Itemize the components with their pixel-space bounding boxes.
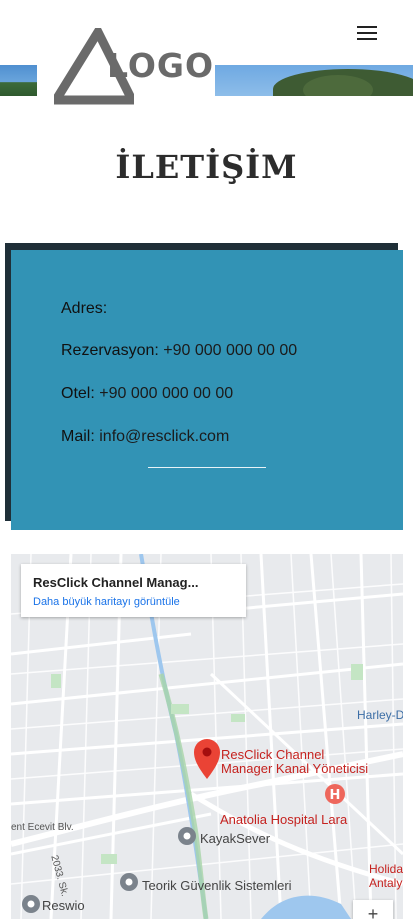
map-label-holiday-line1: Holiday: [369, 862, 403, 876]
reservation-line: Rezervasyon: +90 000 000 00 00: [61, 342, 297, 360]
hotel-line: Otel: +90 000 000 00 00: [61, 385, 233, 403]
hotel-phone[interactable]: +90 000 000 00 00: [99, 385, 233, 402]
address-line: Adres:: [61, 300, 107, 318]
mail-line: Mail: info@resclick.com: [61, 428, 229, 446]
mail-label: Mail:: [61, 428, 95, 445]
site-header: LOGO: [0, 0, 413, 106]
hero-image-left: [0, 65, 37, 96]
logo-text: LOGO: [107, 46, 215, 85]
location-pin-icon: [194, 739, 220, 779]
logo[interactable]: LOGO: [37, 22, 215, 106]
hotel-label: Otel:: [61, 385, 95, 402]
map-label-holiday-line2: Antalya - L: [369, 876, 403, 890]
marker-label-line2: Manager Kanal Yöneticisi: [221, 761, 369, 776]
map-label-reswio[interactable]: Reswio: [42, 898, 85, 913]
map-place-name: ResClick Channel Manag...: [33, 575, 199, 590]
contact-card: Adres: Rezervasyon: +90 000 000 00 00 Ot…: [11, 250, 403, 530]
address-label: Adres:: [61, 300, 108, 317]
page-title: İLETİŞİM: [115, 148, 298, 186]
map-label-ecevit: ent Ecevit Blv.: [11, 822, 74, 833]
map-place-card: ResClick Channel Manag... Daha büyük har…: [21, 564, 246, 617]
card-divider: [148, 467, 266, 468]
map-label-anatolia[interactable]: Anatolia Hospital Lara: [220, 812, 347, 827]
view-larger-map-link[interactable]: Daha büyük haritayı görüntüle: [33, 596, 180, 608]
marker-label-line1: ResClick Channel: [221, 747, 325, 762]
svg-text:H: H: [330, 788, 341, 803]
mail-link[interactable]: info@resclick.com: [99, 428, 229, 445]
map-label-holiday[interactable]: Holiday Antalya - L: [369, 862, 403, 890]
hospital-pin-icon: H: [325, 784, 345, 804]
marker-label[interactable]: ResClick Channel Manager Kanal Yöneticis…: [221, 748, 368, 776]
map-label-kayak[interactable]: KayakSever: [200, 831, 270, 846]
hero-image-right: [215, 65, 413, 96]
embedded-map[interactable]: H ResClick Channel Manag... Daha büyük h…: [11, 554, 403, 919]
hamburger-menu-icon[interactable]: [357, 24, 379, 42]
reservation-label: Rezervasyon:: [61, 342, 159, 359]
map-label-teorik[interactable]: Teorik Güvenlik Sistemleri: [142, 878, 292, 893]
zoom-in-button[interactable]: +: [353, 900, 393, 919]
reservation-phone[interactable]: +90 000 000 00 00: [163, 342, 297, 359]
map-label-harley: Harley-D: [357, 708, 403, 722]
